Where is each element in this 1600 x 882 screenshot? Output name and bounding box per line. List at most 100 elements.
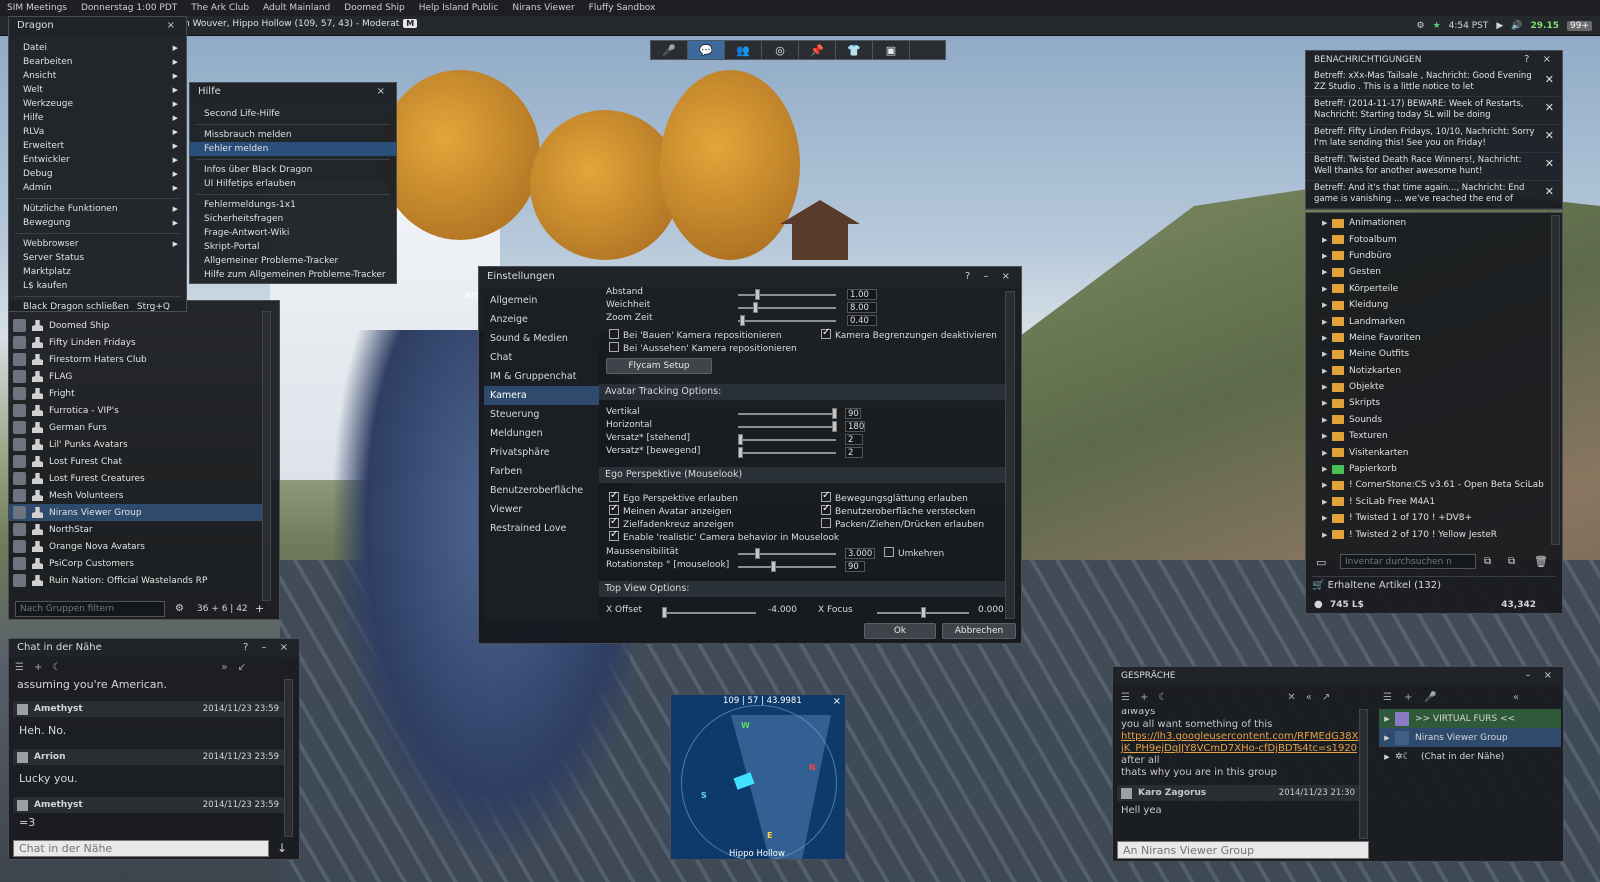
- notification-item[interactable]: Betreff: And it's that time again..., Na…: [1306, 181, 1562, 209]
- versatz-bewegend-slider[interactable]: [738, 447, 836, 458]
- expand-arrow-icon[interactable]: ▶: [1322, 416, 1332, 424]
- menu-item-sicherheitsfragen[interactable]: Sicherheitsfragen: [190, 212, 396, 226]
- category-chat[interactable]: Chat: [484, 348, 599, 367]
- expand-arrow-icon[interactable]: ▶: [1322, 498, 1332, 506]
- new-folder-icon[interactable]: ⧉: [1508, 556, 1515, 567]
- options-menu-icon[interactable]: ☰: [1383, 692, 1392, 703]
- expand-arrow-icon[interactable]: ▶: [1322, 236, 1332, 244]
- horizontal-slider[interactable]: [738, 421, 837, 432]
- aussehen-checkbox[interactable]: [609, 342, 619, 352]
- menu-item-bearbeiten[interactable]: Bearbeiten ▶: [9, 55, 186, 69]
- slider-knob[interactable]: [755, 548, 760, 559]
- packen-checkbox[interactable]: [821, 518, 831, 528]
- call-icon[interactable]: ☾: [52, 662, 61, 673]
- menu-item-skript-portal[interactable]: Skript-Portal: [190, 240, 396, 254]
- menu-item-datei[interactable]: Datei ▶: [9, 41, 186, 55]
- inventory-folder[interactable]: ▶ Papierkorb: [1306, 461, 1550, 477]
- group-row[interactable]: PsiCorp Customers: [9, 555, 265, 572]
- category-allgemein[interactable]: Allgemein: [484, 291, 599, 310]
- expand-arrow-icon[interactable]: ▶: [1322, 449, 1332, 457]
- group-row[interactable]: Lost Furest Creatures: [9, 470, 265, 487]
- slider-knob[interactable]: [921, 607, 926, 618]
- slider-knob[interactable]: [753, 302, 758, 313]
- group-row[interactable]: Ruin Nation: Official Wastelands RP: [9, 572, 265, 589]
- group-list-scrollbar[interactable]: [262, 311, 271, 601]
- map-icon[interactable]: ◎: [762, 41, 799, 59]
- conversation-scrollbar[interactable]: [1359, 709, 1368, 839]
- inventory-icon[interactable]: ▣: [873, 41, 910, 59]
- menu-item-erweitert[interactable]: Erweitert ▶: [9, 139, 186, 153]
- close-icon[interactable]: ×: [833, 696, 841, 707]
- group-row[interactable]: NorthStar: [9, 521, 265, 538]
- weichheit-value[interactable]: 8.00: [847, 302, 877, 313]
- group-row[interactable]: Doomed Ship: [9, 317, 265, 334]
- category-restrained-love[interactable]: Restrained Love: [484, 519, 599, 538]
- window-controls[interactable]: ? ×: [1524, 51, 1556, 69]
- versatz-bewegend-value[interactable]: 2: [845, 447, 863, 458]
- conversation-input[interactable]: [1117, 841, 1369, 859]
- umkehren-checkbox-row[interactable]: Umkehren: [884, 547, 944, 559]
- favorite-star-icon[interactable]: ★: [1433, 21, 1441, 31]
- x-focus-slider[interactable]: [877, 607, 969, 618]
- menubar-item-sim-meetings[interactable]: SIM Meetings: [0, 3, 74, 13]
- image-link[interactable]: https://lh3.googleusercontent.com/RFMEdG…: [1121, 731, 1358, 754]
- category-anzeige[interactable]: Anzeige: [484, 310, 599, 329]
- meinen-avatar-checkbox-row[interactable]: Meinen Avatar anzeigen: [609, 503, 732, 517]
- window-controls[interactable]: ? – ×: [965, 267, 1015, 287]
- close-icon[interactable]: ×: [167, 17, 180, 35]
- window-controls[interactable]: – ×: [1525, 667, 1557, 685]
- nearby-chat-input[interactable]: [13, 840, 269, 857]
- options-menu-icon[interactable]: ☰: [15, 662, 24, 673]
- folder-add-icon[interactable]: ▭: [1316, 556, 1326, 569]
- slider-knob[interactable]: [771, 561, 776, 572]
- begrenzung-checkbox[interactable]: [821, 327, 831, 339]
- notification-item[interactable]: Betreff: xXx-Mas Tailsale , Nachricht: G…: [1306, 69, 1562, 97]
- inventory-folder[interactable]: ▶ Fotoalbum: [1306, 231, 1550, 247]
- gear-icon[interactable]: ⚙: [175, 603, 184, 614]
- glaettung-checkbox-row[interactable]: Bewegungsglättung erlauben: [821, 490, 968, 504]
- menu-item-ansicht[interactable]: Ansicht ▶: [9, 69, 186, 83]
- vertikal-value[interactable]: 90: [845, 408, 861, 419]
- menu-item-rlva[interactable]: RLVa ▶: [9, 125, 186, 139]
- received-items-row[interactable]: 🛒 Erhaltene Artikel (132): [1312, 576, 1556, 592]
- close-icon[interactable]: ×: [377, 83, 390, 101]
- inventory-folder[interactable]: ▶ Meine Favoriten: [1306, 330, 1550, 346]
- add-person-icon[interactable]: +: [34, 662, 42, 673]
- flycam-setup-button[interactable]: Flycam Setup: [606, 358, 712, 374]
- collapse-left-icon[interactable]: «: [1306, 692, 1312, 703]
- volume-icon[interactable]: 🔊: [1511, 21, 1522, 31]
- dismiss-close-icon[interactable]: ✕: [1545, 186, 1554, 198]
- group-row[interactable]: German Furs: [9, 419, 265, 436]
- menu-item-ui-hilfetips[interactable]: UI Hilfetips erlauben: [190, 177, 396, 191]
- meinen-avatar-checkbox[interactable]: [609, 503, 619, 515]
- voice-mic-icon[interactable]: 🎤: [1424, 692, 1436, 703]
- rotationstep-slider[interactable]: [738, 561, 836, 572]
- category-im[interactable]: IM & Gruppenchat: [484, 367, 599, 386]
- menu-item-fehlermeldungs[interactable]: Fehlermeldungs-1x1: [190, 198, 396, 212]
- expand-arrow-icon[interactable]: ▶: [1379, 715, 1395, 723]
- sender-name[interactable]: Arrion: [34, 752, 66, 762]
- people-icon[interactable]: 👥: [725, 41, 762, 59]
- versatz-stehend-slider[interactable]: [738, 434, 836, 445]
- menu-item-marktplatz[interactable]: Marktplatz: [9, 265, 186, 279]
- packen-checkbox-row[interactable]: Packen/Ziehen/Drücken erlauben: [821, 518, 984, 530]
- menubar-item-event-time[interactable]: Donnerstag 1:00 PDT: [74, 3, 184, 13]
- inventory-folder[interactable]: ▶ Meine Outfits: [1306, 346, 1550, 362]
- conversation-item-nirans[interactable]: ▶ Nirans Viewer Group: [1379, 728, 1561, 747]
- voice-mic-icon[interactable]: 🎤: [651, 41, 688, 59]
- expand-arrow-icon[interactable]: ▶: [1322, 285, 1332, 293]
- add-group-button[interactable]: +: [255, 602, 264, 615]
- slider-knob[interactable]: [740, 315, 745, 326]
- expand-arrows-icon[interactable]: »: [221, 662, 227, 673]
- zielfadenkreuz-checkbox[interactable]: [609, 516, 619, 528]
- inventory-folder[interactable]: ▶ Skripts: [1306, 395, 1550, 411]
- category-kamera[interactable]: Kamera: [484, 386, 599, 405]
- expand-arrow-icon[interactable]: ▶: [1322, 219, 1332, 227]
- new-item-icon[interactable]: ⧉: [1484, 556, 1491, 567]
- inventory-folder[interactable]: ▶ Landmarken: [1306, 313, 1550, 329]
- group-row[interactable]: Lost Furest Chat: [9, 453, 265, 470]
- aussehen-checkbox-row[interactable]: Bei 'Aussehen' Kamera repositionieren: [609, 342, 797, 354]
- menu-item-werkzeuge[interactable]: Werkzeuge ▶: [9, 97, 186, 111]
- bauen-checkbox[interactable]: [609, 329, 619, 339]
- group-row[interactable]: Mesh Volunteers: [9, 487, 265, 504]
